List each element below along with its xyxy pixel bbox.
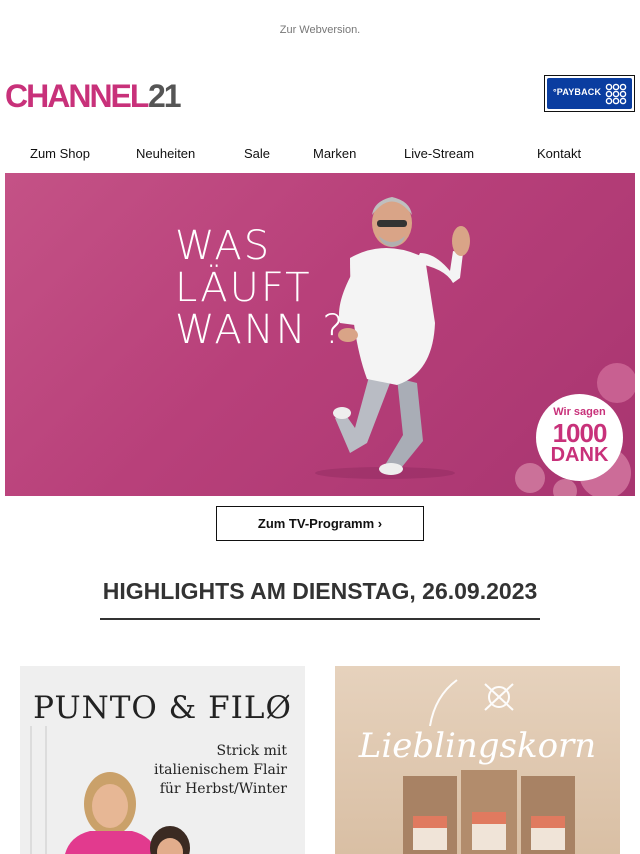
payback-label: °PAYBACK	[553, 87, 602, 97]
punto-copy-line: italienischem Flair	[154, 762, 287, 778]
nav-item-marken[interactable]: Marken	[313, 146, 356, 161]
tv-program-button[interactable]: Zum TV-Programm ›	[216, 506, 424, 541]
product-card-punto-filo[interactable]: PUNTO & FILØ Strick mit italienischem Fl…	[20, 666, 305, 854]
payback-logo[interactable]: °PAYBACK	[544, 75, 635, 112]
nav-item-kontakt[interactable]: Kontakt	[537, 146, 581, 161]
nav-item-neuheiten[interactable]: Neuheiten	[136, 146, 195, 161]
punto-filo-brand: PUNTO & FILØ	[33, 690, 292, 726]
thanks-badge: Wir sagen 1000 DANK	[536, 394, 623, 481]
nav-item-live-stream[interactable]: Live-Stream	[404, 146, 474, 161]
badge-top-text: Wir sagen	[553, 406, 606, 418]
punto-filo-copy: Strick mit italienischem Flair für Herbs…	[154, 742, 287, 799]
svg-text:21: 21	[148, 80, 181, 110]
hero-banner[interactable]: WAS LÄUFT WANN ? Wir sagen 1000 DANK	[5, 173, 635, 496]
lieblingskorn-brand: Lieblingskorn	[358, 726, 597, 766]
hero-title-line: WANN ?	[175, 307, 346, 353]
main-nav: Zum Shop Neuheiten Sale Marken Live-Stre…	[0, 146, 640, 164]
product-card-lieblingskorn[interactable]: Lieblingskorn	[335, 666, 620, 854]
hero-title-line: WAS	[175, 223, 272, 269]
svg-text:CHANNEL: CHANNEL	[5, 80, 149, 110]
payback-dots-icon	[605, 83, 627, 105]
nav-item-shop[interactable]: Zum Shop	[30, 146, 90, 161]
hero-title-line: LÄUFT	[175, 265, 312, 311]
channel21-logo[interactable]: CHANNEL 21	[5, 78, 183, 114]
nav-item-sale[interactable]: Sale	[244, 146, 270, 161]
punto-copy-line: für Herbst/Winter	[159, 781, 287, 797]
highlights-underline	[100, 618, 540, 620]
punto-copy-line: Strick mit	[216, 743, 287, 759]
webversion-link-row: Zur Webversion.	[0, 24, 640, 36]
badge-bottom-text: DANK	[550, 444, 609, 466]
highlights-heading: HIGHLIGHTS AM DIENSTAG, 26.09.2023	[102, 578, 538, 604]
payback-badge: °PAYBACK	[547, 78, 632, 109]
webversion-link[interactable]: Zur Webversion.	[280, 24, 361, 36]
channel21-logo-mark: CHANNEL 21	[5, 78, 183, 114]
hero-title: WAS LÄUFT WANN ?	[175, 225, 346, 351]
